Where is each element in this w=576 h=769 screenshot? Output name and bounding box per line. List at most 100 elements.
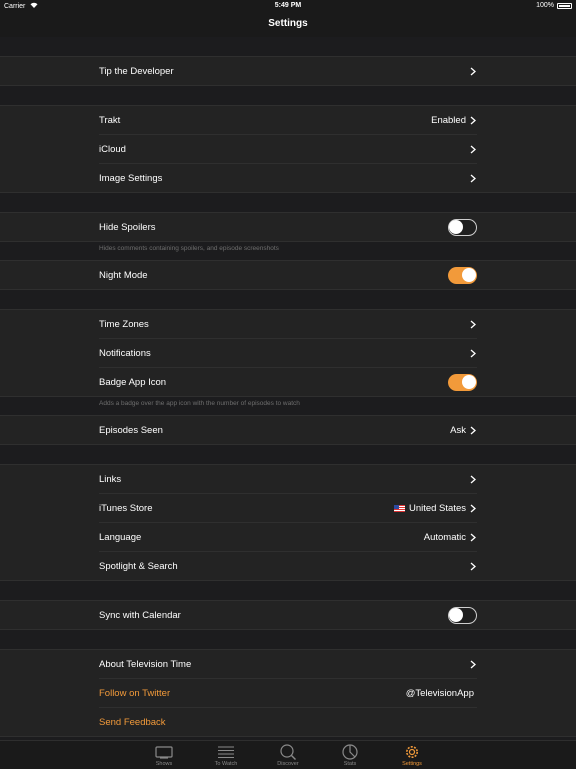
status-bar: Carrier 5:49 PM 100%	[0, 0, 576, 12]
tab-discover[interactable]: Discover	[257, 741, 319, 769]
itunes-store-value: United States	[393, 502, 466, 514]
hide-spoilers-note: Hides comments containing spoilers, and …	[0, 242, 576, 260]
navigation-bar: Settings	[0, 12, 576, 38]
itunes-store-row[interactable]: iTunes Store United States	[99, 494, 477, 523]
tip-developer-row[interactable]: Tip the Developer	[99, 57, 477, 85]
row-label: Episodes Seen	[99, 424, 163, 436]
chevron-right-icon	[469, 145, 477, 154]
sync-calendar-toggle[interactable]	[448, 606, 477, 624]
row-label: Trakt	[99, 114, 121, 126]
row-label: Tip the Developer	[99, 65, 174, 77]
row-label: Spotlight & Search	[99, 560, 178, 572]
badge-app-icon-toggle[interactable]	[448, 373, 477, 391]
section-gap	[0, 581, 576, 600]
icloud-row[interactable]: iCloud	[99, 135, 477, 164]
pie-chart-icon	[342, 743, 358, 760]
tv-icon	[155, 743, 173, 760]
language-value: Automatic	[423, 531, 466, 543]
settings-list[interactable]: Tip the Developer Trakt Enabled iCloud I…	[0, 37, 576, 740]
tab-label: To Watch	[214, 761, 238, 767]
twitter-handle: @TelevisionApp	[405, 687, 474, 699]
status-time: 5:49 PM	[274, 2, 302, 9]
group-spoilers: Hide Spoilers	[0, 212, 576, 242]
hide-spoilers-toggle[interactable]	[448, 218, 477, 236]
itunes-store-country: United States	[408, 502, 466, 514]
tab-settings[interactable]: Settings	[381, 741, 443, 769]
tab-to-watch[interactable]: To Watch	[195, 741, 257, 769]
row-label: iCloud	[99, 143, 126, 155]
battery-icon	[557, 2, 572, 9]
chevron-right-icon	[469, 533, 477, 542]
night-mode-toggle[interactable]	[448, 266, 477, 284]
group-tip: Tip the Developer	[0, 56, 576, 86]
badge-app-icon-row: Badge App Icon	[99, 368, 477, 396]
section-gap	[0, 86, 576, 105]
list-icon	[217, 743, 235, 760]
row-label: Language	[99, 531, 142, 543]
night-mode-row: Night Mode	[99, 261, 477, 289]
chevron-right-icon	[469, 504, 477, 513]
chevron-right-icon	[469, 349, 477, 358]
chevron-right-icon	[469, 320, 477, 329]
follow-twitter-row[interactable]: Follow on Twitter @TelevisionApp	[99, 679, 477, 708]
row-label: Links	[99, 473, 122, 485]
toggle-knob	[449, 607, 463, 622]
section-gap	[0, 37, 576, 56]
group-account: Trakt Enabled iCloud Image Settings	[0, 105, 576, 193]
spotlight-search-row[interactable]: Spotlight & Search	[99, 552, 477, 580]
chevron-right-icon	[469, 660, 477, 669]
time-zones-row[interactable]: Time Zones	[99, 310, 477, 339]
trakt-row[interactable]: Trakt Enabled	[99, 106, 477, 135]
row-label: About Television Time	[99, 658, 192, 670]
group-episodes: Episodes Seen Ask	[0, 415, 576, 445]
row-label: Sync with Calendar	[99, 609, 181, 621]
row-label: Time Zones	[99, 318, 149, 330]
gear-icon	[404, 743, 420, 760]
tab-label: Discover	[277, 761, 299, 767]
battery-indicator: 100%	[536, 2, 572, 9]
section-gap	[0, 290, 576, 309]
episodes-seen-row[interactable]: Episodes Seen Ask	[99, 416, 477, 444]
chevron-right-icon	[469, 116, 477, 125]
tab-stats[interactable]: Stats	[319, 741, 381, 769]
chevron-right-icon	[469, 67, 477, 76]
chevron-right-icon	[469, 426, 477, 435]
trakt-value: Enabled	[431, 114, 466, 126]
chevron-right-icon	[469, 562, 477, 571]
tab-bar: Shows To Watch Discover Stats Settings	[0, 740, 576, 769]
row-label: Notifications	[99, 347, 151, 359]
toggle-knob	[462, 375, 476, 389]
search-icon	[279, 743, 297, 760]
links-row[interactable]: Links	[99, 465, 477, 494]
tab-label: Stats	[343, 761, 357, 767]
section-gap	[0, 193, 576, 212]
image-settings-row[interactable]: Image Settings	[99, 164, 477, 192]
badge-app-icon-note: Adds a badge over the app icon with the …	[0, 397, 576, 415]
chevron-right-icon	[469, 475, 477, 484]
follow-twitter-link[interactable]: Follow on Twitter	[99, 688, 406, 699]
tab-label: Shows	[155, 761, 173, 767]
us-flag-icon	[393, 504, 405, 512]
row-label: Hide Spoilers	[99, 221, 156, 233]
group-notifications: Time Zones Notifications Badge App Icon	[0, 309, 576, 397]
row-label: Night Mode	[99, 269, 148, 281]
section-gap	[0, 445, 576, 464]
notifications-row[interactable]: Notifications	[99, 339, 477, 368]
episodes-seen-value: Ask	[450, 424, 466, 436]
toggle-knob	[462, 268, 476, 282]
group-about: About Television Time Follow on Twitter …	[0, 649, 576, 737]
hide-spoilers-row: Hide Spoilers	[99, 213, 477, 241]
row-label: Image Settings	[99, 172, 163, 184]
chevron-right-icon	[469, 174, 477, 183]
group-links: Links iTunes Store United States Languag…	[0, 464, 576, 581]
tab-shows[interactable]: Shows	[133, 741, 195, 769]
language-row[interactable]: Language Automatic	[99, 523, 477, 552]
group-night-mode: Night Mode	[0, 260, 576, 290]
about-row[interactable]: About Television Time	[99, 650, 477, 679]
section-gap	[0, 630, 576, 649]
tab-label: Settings	[402, 761, 422, 767]
send-feedback-link[interactable]: Send Feedback	[99, 717, 477, 728]
row-label: iTunes Store	[99, 502, 153, 514]
send-feedback-row[interactable]: Send Feedback	[99, 708, 477, 736]
row-label: Badge App Icon	[99, 376, 167, 388]
